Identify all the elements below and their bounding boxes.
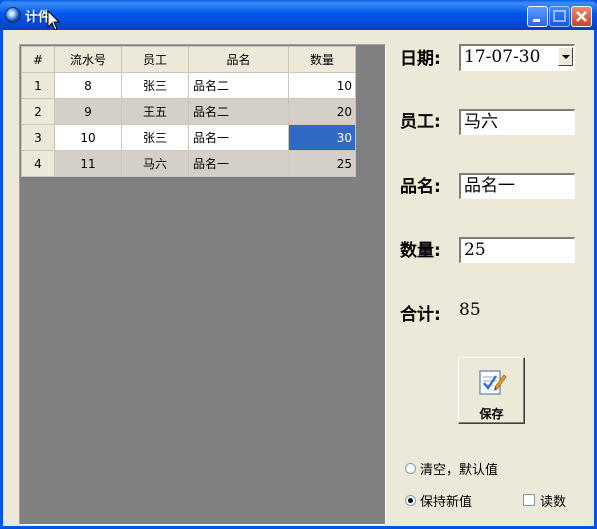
grid-table: # 流水号 员工 品名 数量 1 8 张三 品名二 10 2 9 王五 品名二 …: [21, 46, 356, 177]
date-label: 日期:: [400, 49, 441, 69]
data-grid[interactable]: # 流水号 员工 品名 数量 1 8 张三 品名二 10 2 9 王五 品名二 …: [19, 44, 386, 525]
product-label: 品名:: [400, 177, 441, 197]
column-header-serial[interactable]: 流水号: [54, 46, 122, 73]
table-row[interactable]: 1 8 张三 品名二 10: [21, 72, 356, 99]
client-area: # 流水号 员工 品名 数量 1 8 张三 品名二 10 2 9 王五 品名二 …: [3, 30, 594, 526]
title-bar[interactable]: 计件: [0, 0, 597, 31]
employee-label: 员工:: [400, 112, 441, 132]
cell-product[interactable]: 品名一: [188, 124, 289, 151]
save-notepad-icon: [479, 370, 507, 395]
cell-product[interactable]: 品名一: [188, 150, 289, 177]
app-window: 计件 # 流水号 员工 品名 数量 1 8 张三 品名二 10 2 9 王五 品…: [0, 0, 597, 529]
total-label: 合计:: [400, 305, 441, 325]
product-field[interactable]: 品名一: [459, 173, 575, 199]
date-value: 17-07-30: [464, 47, 541, 67]
row-header[interactable]: 3: [21, 124, 55, 151]
quantity-label: 数量:: [400, 241, 441, 261]
row-header[interactable]: 4: [21, 150, 55, 177]
date-dropdown-button[interactable]: [558, 47, 573, 66]
cell-serial[interactable]: 8: [54, 72, 122, 99]
date-picker[interactable]: 17-07-30: [459, 44, 575, 71]
row-header[interactable]: 1: [21, 72, 55, 99]
cell-product[interactable]: 品名二: [188, 98, 289, 125]
cell-employee[interactable]: 王五: [121, 98, 189, 125]
column-header-product[interactable]: 品名: [188, 46, 289, 73]
employee-field[interactable]: 马六: [459, 109, 575, 135]
read-count-label[interactable]: 读数: [540, 491, 566, 510]
table-row[interactable]: 3 10 张三 品名一 30: [21, 124, 356, 151]
mouse-cursor-icon: [47, 10, 61, 31]
maximize-icon: [553, 10, 566, 22]
row-header[interactable]: 2: [21, 98, 55, 125]
cell-employee[interactable]: 马六: [121, 150, 189, 177]
minimize-icon: [533, 19, 540, 22]
close-button[interactable]: [571, 6, 592, 27]
cell-employee[interactable]: 张三: [121, 124, 189, 151]
cell-employee[interactable]: 张三: [121, 72, 189, 99]
clear-default-radio[interactable]: [405, 463, 416, 474]
column-header-quantity[interactable]: 数量: [288, 46, 356, 73]
minimize-button[interactable]: [527, 6, 548, 27]
total-value: 85: [459, 300, 481, 320]
cell-quantity[interactable]: 25: [288, 150, 356, 177]
grid-header-row: # 流水号 员工 品名 数量: [21, 46, 356, 73]
cell-quantity[interactable]: 20: [288, 98, 356, 125]
cell-serial[interactable]: 9: [54, 98, 122, 125]
app-icon: [5, 7, 21, 23]
keep-new-label[interactable]: 保持新值: [420, 491, 472, 510]
clear-default-label[interactable]: 清空，默认值: [420, 459, 498, 478]
cell-quantity-selected[interactable]: 30: [288, 124, 356, 151]
table-row[interactable]: 4 11 马六 品名一 25: [21, 150, 356, 177]
maximize-button[interactable]: [549, 6, 570, 27]
save-button[interactable]: 保存: [458, 357, 525, 424]
cell-quantity[interactable]: 10: [288, 72, 356, 99]
column-header-employee[interactable]: 员工: [121, 46, 189, 73]
keep-new-radio[interactable]: [405, 495, 416, 506]
column-header-index[interactable]: #: [21, 46, 55, 73]
close-icon: [576, 11, 587, 22]
read-count-checkbox[interactable]: [523, 494, 535, 506]
cell-serial[interactable]: 10: [54, 124, 122, 151]
cell-serial[interactable]: 11: [54, 150, 122, 177]
save-button-label: 保存: [479, 407, 504, 421]
table-row[interactable]: 2 9 王五 品名二 20: [21, 98, 356, 125]
quantity-field[interactable]: 25: [459, 237, 575, 263]
cell-product[interactable]: 品名二: [188, 72, 289, 99]
